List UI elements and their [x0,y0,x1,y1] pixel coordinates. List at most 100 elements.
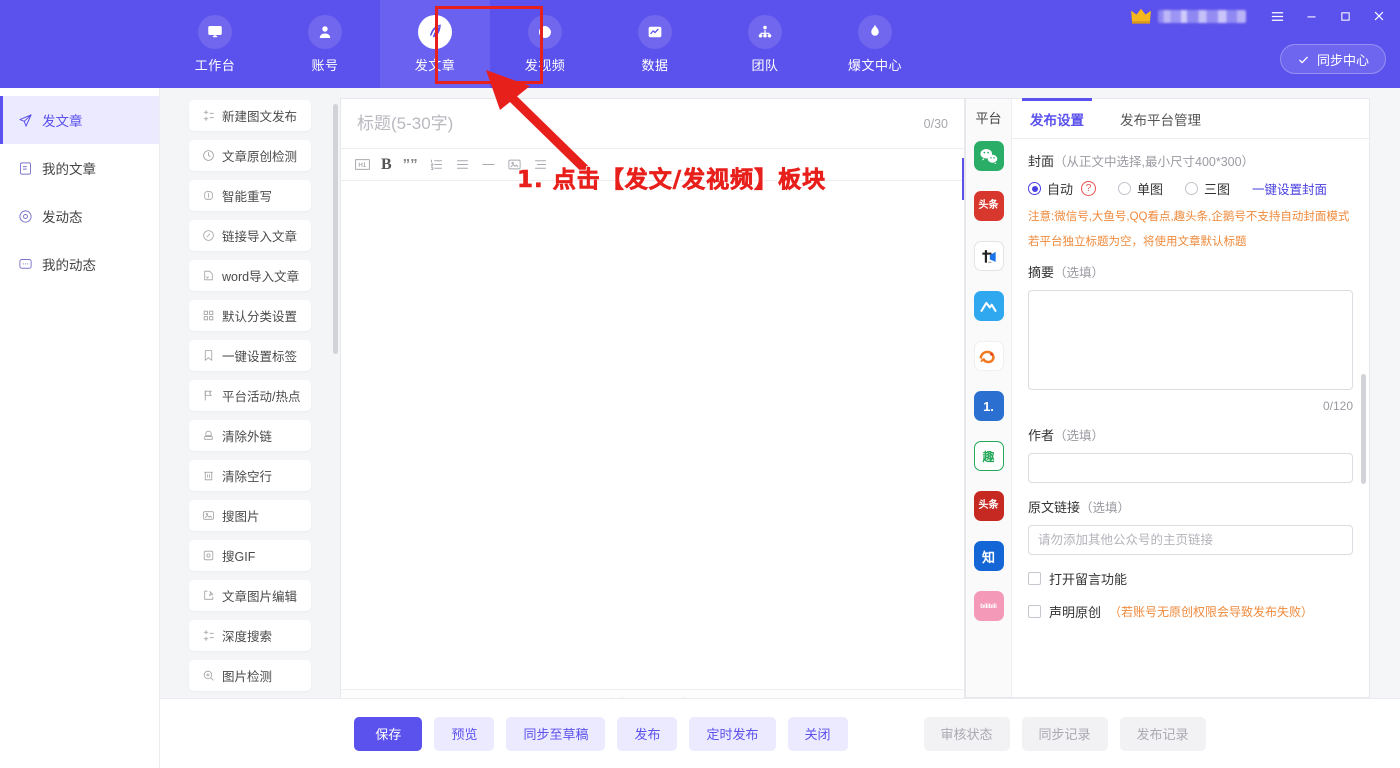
sync-history-button[interactable]: 同步记录 [1022,717,1108,751]
sync-to-draft-button[interactable]: 同步至草稿 [506,717,605,751]
question-mark-icon[interactable]: ? [1081,181,1096,196]
tool-remove-blank-lines[interactable]: 清除空行 [189,460,311,491]
scheduled-publish-button[interactable]: 定时发布 [689,717,775,751]
minimize-button[interactable] [1294,1,1328,31]
nav-label: 爆文中心 [848,55,902,74]
checkbox-declare-original[interactable]: 声明原创 （若账号无原创权限会导致发布失败） [1028,602,1353,621]
tool-platform-activity[interactable]: 平台活动/热点 [189,380,311,411]
article-title-input[interactable] [357,114,924,134]
ordered-list-icon[interactable] [429,157,444,172]
bottom-action-bar: 保存 预览 同步至草稿 发布 定时发布 关闭 审核状态 同步记录 发布记录 [160,698,1400,768]
qutoutiao-icon[interactable]: 趣 [974,441,1004,471]
tab-platform-management[interactable]: 发布平台管理 [1102,99,1219,138]
tool-column-scrollbar[interactable] [333,104,338,354]
hamburger-menu-icon[interactable] [1260,1,1294,31]
save-button[interactable]: 保存 [354,717,422,751]
publish-history-button[interactable]: 发布记录 [1120,717,1206,751]
panel-tabs: 发布设置 发布平台管理 [1012,99,1369,139]
check-icon [1297,53,1310,66]
sidebar-item-my-moments[interactable]: 我的动态 [0,240,159,288]
nav-item-workbench[interactable]: 工作台 [160,0,270,88]
sidebar-item-label: 发文章 [42,110,83,130]
article-content-area[interactable] [341,181,964,689]
flag-icon [202,389,215,402]
nav-label: 账号 [311,55,338,74]
close-button[interactable] [1362,1,1396,31]
tool-import-from-link[interactable]: 链接导入文章 [189,220,311,251]
author-field-label: 作者（选填） [1028,425,1353,444]
h1-icon[interactable]: H1 [355,157,370,172]
tool-originality-check[interactable]: 文章原创检测 [189,140,311,171]
author-label-sub: （选填） [1054,429,1104,443]
one-click-set-cover-link[interactable]: 一键设置封面 [1252,179,1327,198]
tool-smart-rewrite[interactable]: 智能重写 [189,180,311,211]
edit-image-icon [202,589,215,602]
tool-default-category[interactable]: 默认分类设置 [189,300,311,331]
word-import-icon [202,269,215,282]
nav-item-hot-articles[interactable]: 爆文中心 [820,0,930,88]
tool-search-images[interactable]: 搜图片 [189,500,311,531]
publish-settings-main: 发布设置 发布平台管理 封面（从正文中选择,最小尺寸400*300） 自动 ? [1012,99,1369,697]
quote-icon[interactable]: ”” [403,156,418,173]
toutiao-alt-icon[interactable]: 头条 [974,491,1004,521]
topnav-left-spacer [0,0,160,88]
source-link-field-label: 原文链接（选填） [1028,497,1353,516]
sync-center-button[interactable]: 同步中心 [1280,44,1386,74]
yidian-icon[interactable]: 1. [974,391,1004,421]
publish-settings-form: 封面（从正文中选择,最小尺寸400*300） 自动 ? 单图 三图 [1012,139,1369,697]
tool-new-post[interactable]: 新建图文发布 [189,100,311,131]
tool-search-gif[interactable]: 搜GIF [189,540,311,571]
cover-radio-triple[interactable]: 三图 [1185,179,1230,198]
bold-icon[interactable]: B [381,156,392,174]
summary-textarea[interactable] [1028,290,1353,390]
zhihu-icon[interactable]: 知 [974,541,1004,571]
nav-label: 发文章 [415,55,456,74]
close-editor-button[interactable]: 关闭 [788,717,848,751]
radio-dot [1118,182,1131,195]
preview-button[interactable]: 预览 [434,717,494,751]
tool-deep-search[interactable]: 深度搜索 [189,620,311,651]
sohu-icon[interactable] [974,341,1004,371]
deep-search-icon [202,629,215,642]
user-icon [308,15,342,49]
cover-radio-single[interactable]: 单图 [1118,179,1163,198]
sidebar-item-publish-article[interactable]: 发文章 [0,96,159,144]
platform-short-label: 头条 [979,501,999,511]
qq-kandian-icon[interactable] [974,291,1004,321]
tool-label: 搜图片 [222,506,260,525]
brain-icon [202,189,215,202]
radio-label: 单图 [1137,179,1163,198]
nav-item-team[interactable]: 团队 [710,0,820,88]
tool-import-from-word[interactable]: word导入文章 [189,260,311,291]
tool-set-tags[interactable]: 一键设置标签 [189,340,311,371]
bilibili-icon[interactable]: bilibili [974,591,1004,621]
tab-publish-settings[interactable]: 发布设置 [1012,99,1102,138]
sidebar-item-my-articles[interactable]: 我的文章 [0,144,159,192]
tool-remove-external-links[interactable]: 清除外链 [189,420,311,451]
app-window: 工作台 账号 发文章 发视频 [0,0,1400,768]
review-status-button[interactable]: 审核状态 [924,717,1010,751]
source-link-input[interactable] [1028,525,1353,555]
nav-item-account[interactable]: 账号 [270,0,380,88]
checkbox-enable-comments[interactable]: 打开留言功能 [1028,569,1353,588]
tool-edit-article-images[interactable]: 文章图片编辑 [189,580,311,611]
cover-radio-auto[interactable]: 自动 [1028,179,1073,198]
panel-scrollbar[interactable] [1361,374,1366,484]
text-cursor [962,158,964,200]
feather-pen-icon [418,15,452,49]
author-input[interactable] [1028,453,1353,483]
baijiahao-icon[interactable] [974,241,1004,271]
publish-button[interactable]: 发布 [617,717,677,751]
sidebar-item-label: 发动态 [42,206,83,226]
bullet-list-icon[interactable] [455,157,470,172]
checkbox-label: 打开留言功能 [1049,569,1127,588]
tool-image-detect[interactable]: 图片检测 [189,660,311,691]
maximize-button[interactable] [1328,1,1362,31]
document-icon [18,161,33,176]
radio-dot [1185,182,1198,195]
nav-label: 团队 [751,55,778,74]
wechat-icon[interactable] [974,141,1004,171]
toutiao-icon[interactable]: 头条 [974,191,1004,221]
platform-column-header: 平台 [975,108,1001,127]
sidebar-item-publish-moment[interactable]: 发动态 [0,192,159,240]
